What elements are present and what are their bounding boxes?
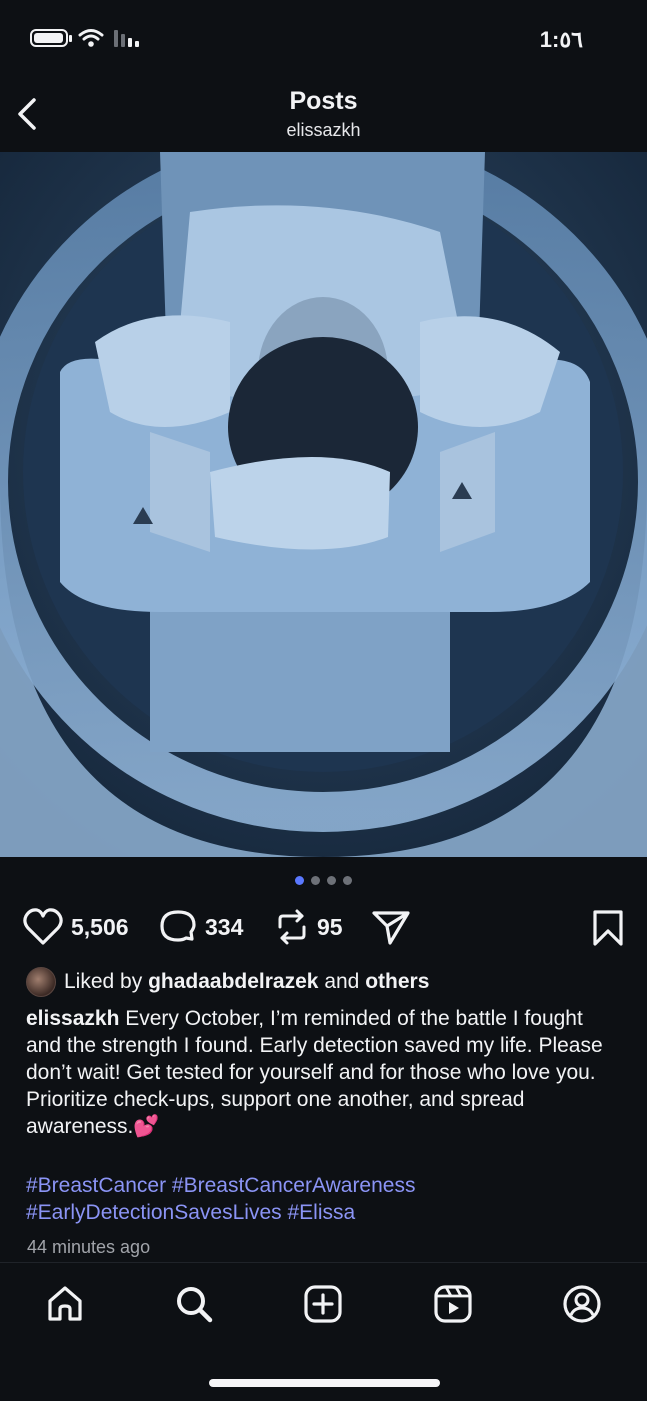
hashtags[interactable]: #BreastCancer #BreastCancerAwareness #Ea… [26,1172,616,1226]
like-button[interactable]: 5,506 [22,902,129,952]
post-image[interactable] [0,152,647,857]
share-button[interactable] [370,902,412,952]
carousel-dot [295,876,304,885]
status-time: 1:٥٦ [539,27,583,52]
cellular-signal-icon [114,29,139,47]
home-icon[interactable] [44,1283,86,1325]
wifi-icon [78,29,104,47]
repost-icon [278,909,306,945]
reels-icon[interactable] [432,1283,474,1325]
carousel-dot [343,876,352,885]
search-icon[interactable] [173,1283,215,1325]
liked-by-prefix: Liked by [64,970,143,993]
comment-icon [160,910,196,942]
profile-icon[interactable] [561,1283,603,1325]
liked-by-conjunction: and [324,970,360,993]
post-caption: elissazkh Every October, I’m reminded of… [26,1005,616,1140]
home-indicator[interactable] [209,1379,440,1387]
page-subtitle-username[interactable]: elissazkh [0,120,647,141]
battery-level [34,33,63,43]
mri-scan-photo [0,152,647,857]
post-timestamp: 44 minutes ago [27,1237,151,1257]
carousel-indicator [0,876,647,885]
status-bar: 1:٥٦ [0,0,647,80]
send-icon [372,911,410,945]
page-title: Posts [289,87,358,115]
repost-count: 95 [317,913,343,940]
carousel-dot [311,876,320,885]
carousel-dot [327,876,336,885]
status-icons [30,28,139,48]
header: Posts elissazkh [0,80,647,152]
like-count: 5,506 [71,913,129,940]
repost-button[interactable]: 95 [274,902,343,952]
comment-count: 334 [205,913,244,940]
liked-by-user[interactable]: ghadaabdelrazek [148,970,318,994]
avatar [26,967,56,997]
heart-icon [23,908,63,945]
bookmark-icon[interactable] [591,909,625,947]
battery-icon [30,29,72,47]
liked-by[interactable]: Liked by ghadaabdelrazek and others [26,967,627,997]
caption-username[interactable]: elissazkh [26,1007,119,1030]
comment-button[interactable]: 334 [158,902,243,952]
liked-by-others[interactable]: others [365,970,429,994]
create-post-icon[interactable] [302,1283,344,1325]
post-actions: 5,506 334 95 [22,902,625,952]
